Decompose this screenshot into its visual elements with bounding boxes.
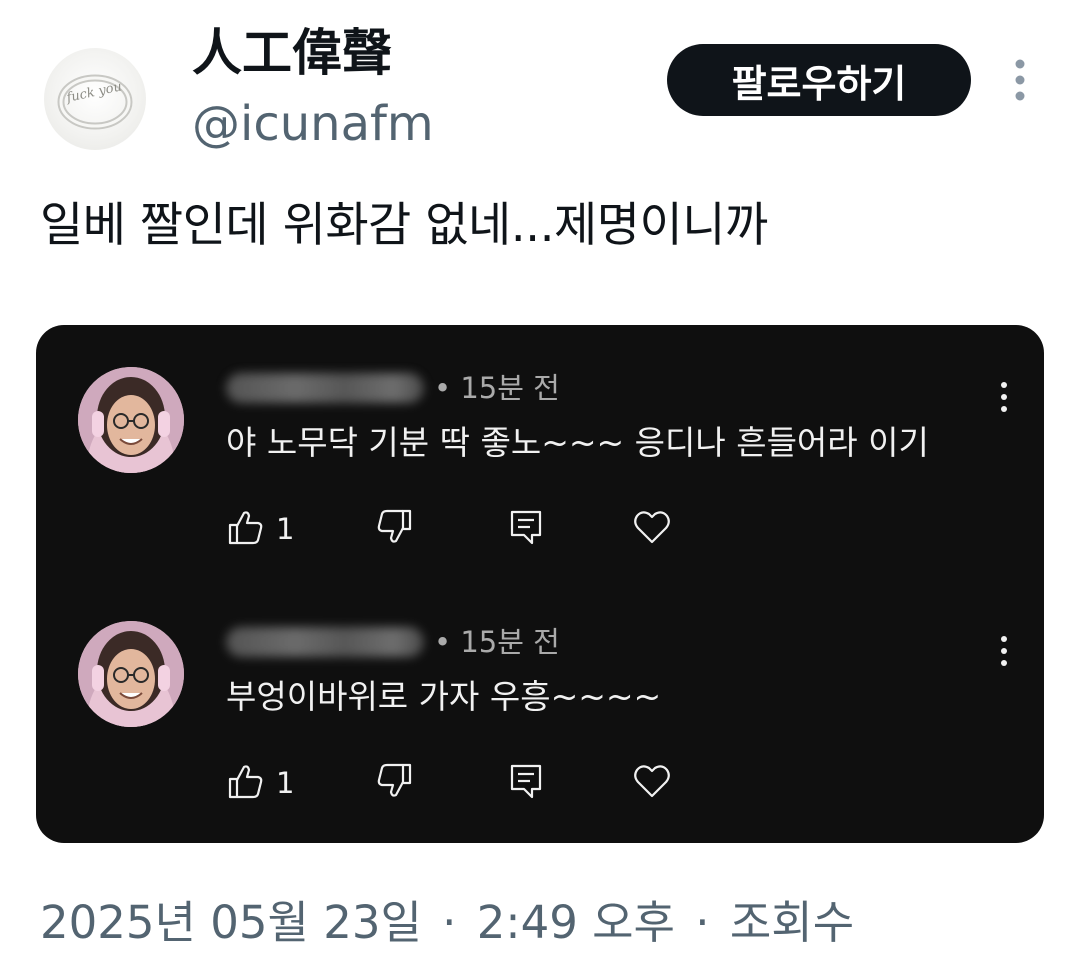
reply-icon: [510, 764, 542, 799]
reply-icon: [510, 510, 542, 545]
more-vertical-icon[interactable]: [1000, 56, 1040, 104]
comment-menu-icon[interactable]: [992, 377, 1016, 417]
dislike-button[interactable]: [374, 507, 418, 551]
heart-icon: [634, 511, 670, 544]
comment-time: • 15분 전: [434, 625, 560, 659]
tweet-time[interactable]: 2:49 오후: [477, 896, 675, 949]
thumbs-down-icon: [377, 509, 412, 543]
like-button[interactable]: 1: [226, 761, 316, 805]
thumbs-up-icon: [228, 511, 263, 545]
author-avatar[interactable]: fuck you: [44, 48, 146, 150]
dislike-button[interactable]: [374, 761, 418, 805]
heart-button[interactable]: [632, 761, 676, 805]
like-button[interactable]: 1: [226, 507, 316, 551]
comment-time: • 15분 전: [434, 371, 560, 405]
tweet-media[interactable]: • 15분 전 야 노무닥 기분 딱 좋노~~~ 응디나 흔들어라 이기 1 •…: [36, 325, 1044, 843]
tweet-text: 일베 짤인데 위화감 없네...제명이니까: [40, 198, 768, 253]
thumbs-down-icon: [377, 763, 412, 797]
comment-text: 부엉이바위로 가자 우흥~~~~: [226, 677, 662, 716]
ring-image: fuck you: [57, 74, 133, 130]
commenter-name-blurred: [226, 627, 424, 657]
meta-separator: ·: [695, 896, 710, 949]
comment: • 15분 전 부엉이바위로 가자 우흥~~~~ 1: [36, 579, 1044, 829]
commenter-name-blurred: [226, 373, 424, 403]
heart-icon: [634, 765, 670, 798]
user-handle[interactable]: @icunafm: [192, 94, 434, 154]
reply-button[interactable]: [506, 507, 550, 551]
commenter-avatar: [78, 367, 184, 473]
comment-text: 야 노무닥 기분 딱 좋노~~~ 응디나 흔들어라 이기: [226, 423, 929, 462]
meta-separator: ·: [442, 896, 457, 949]
comment: • 15분 전 야 노무닥 기분 딱 좋노~~~ 응디나 흔들어라 이기 1: [36, 325, 1044, 575]
follow-button[interactable]: 팔로우하기: [667, 44, 971, 116]
like-count: 1: [276, 512, 295, 546]
tweet-date[interactable]: 2025년 05월 23일: [40, 896, 422, 949]
comment-menu-icon[interactable]: [992, 631, 1016, 671]
tweet-meta: 2025년 05월 23일 · 2:49 오후 · 조회수: [40, 890, 854, 956]
view-count-label: 조회수: [729, 896, 855, 949]
thumbs-up-icon: [228, 765, 263, 799]
display-name[interactable]: 人工偉聲: [192, 22, 392, 84]
commenter-avatar: [78, 621, 184, 727]
like-count: 1: [276, 766, 295, 800]
reply-button[interactable]: [506, 761, 550, 805]
heart-button[interactable]: [632, 507, 676, 551]
